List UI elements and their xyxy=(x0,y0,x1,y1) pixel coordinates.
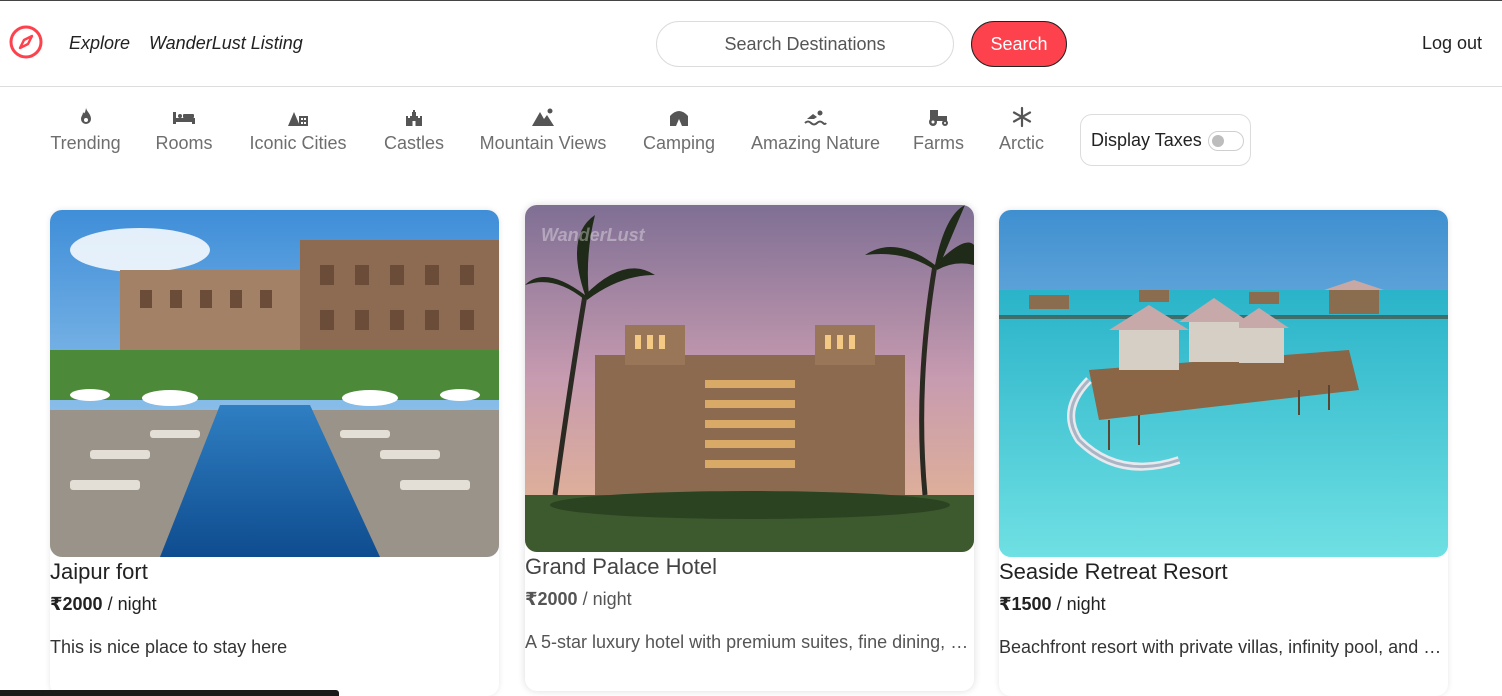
bed-icon xyxy=(173,112,195,124)
search-input[interactable] xyxy=(656,21,954,67)
swimmer-icon xyxy=(804,110,827,126)
listing-price: ₹2000 / night xyxy=(525,589,632,610)
filter-mountain-views[interactable]: Mountain Views xyxy=(479,106,607,154)
filter-label: Rooms xyxy=(155,133,213,153)
price-unit: / night xyxy=(1051,594,1106,614)
filter-label: Camping xyxy=(642,133,716,153)
filter-label: Arctic xyxy=(999,133,1044,153)
nav-listing-link[interactable]: WanderLust Listing xyxy=(149,33,303,54)
search-button[interactable]: Search xyxy=(971,21,1067,67)
castle-icon xyxy=(406,110,422,126)
filter-rooms[interactable]: Rooms xyxy=(155,106,213,154)
listing-description: A 5-star luxury hotel with premium suite… xyxy=(525,632,974,652)
filter-farms[interactable]: Farms xyxy=(913,106,964,154)
filter-label: Iconic Cities xyxy=(249,133,347,153)
nav-explore-link[interactable]: Explore xyxy=(69,33,130,54)
listing-card[interactable]: WanderLust Grand Palace Hotel ₹2000 / ni… xyxy=(525,205,974,691)
filter-label: Trending xyxy=(50,133,121,153)
listing-image xyxy=(999,210,1448,557)
listing-image: WanderLust xyxy=(525,205,974,552)
filter-trending[interactable]: Trending xyxy=(50,106,121,154)
price-unit: / night xyxy=(577,589,632,609)
display-taxes-label: Display Taxes xyxy=(1091,130,1202,150)
listing-title: Seaside Retreat Resort xyxy=(999,559,1228,584)
listing-card[interactable]: Seaside Retreat Resort ₹1500 / night Bea… xyxy=(999,210,1448,696)
filter-amazing-nature[interactable]: Amazing Nature xyxy=(751,106,881,154)
listing-price: ₹2000 / night xyxy=(50,594,157,615)
tractor-icon xyxy=(929,110,948,126)
listing-description: This is nice place to stay here xyxy=(50,637,288,657)
mountain-icon xyxy=(532,108,554,126)
listing-title: Grand Palace Hotel xyxy=(525,554,717,579)
filter-camping[interactable]: Camping xyxy=(641,106,717,154)
compass-icon[interactable] xyxy=(8,24,44,60)
toggle-knob xyxy=(1212,135,1224,147)
filter-bar: Trending Rooms Iconic Cities Castles Mou… xyxy=(0,100,1502,170)
price-unit: / night xyxy=(102,594,157,614)
filter-castles[interactable]: Castles xyxy=(383,106,445,154)
snowflake-icon xyxy=(1012,106,1031,128)
filter-label: Amazing Nature xyxy=(751,133,881,153)
fire-icon xyxy=(80,108,91,124)
price-amount: ₹1500 xyxy=(999,594,1052,614)
filter-label: Farms xyxy=(913,133,964,153)
display-taxes-toggle[interactable] xyxy=(1208,131,1244,151)
listing-card[interactable]: Jaipur fort ₹2000 / night This is nice p… xyxy=(50,210,499,696)
city-icon xyxy=(288,112,308,126)
logout-link[interactable]: Log out xyxy=(1422,33,1482,54)
taskbar-edge xyxy=(0,690,339,696)
filter-label: Castles xyxy=(383,133,445,153)
campground-icon xyxy=(670,111,688,126)
filter-iconic-cities[interactable]: Iconic Cities xyxy=(247,106,349,154)
filter-arctic[interactable]: Arctic xyxy=(997,106,1046,154)
navbar: Explore WanderLust Listing Search Log ou… xyxy=(0,1,1502,87)
price-amount: ₹2000 xyxy=(50,594,103,614)
listing-price: ₹1500 / night xyxy=(999,594,1106,615)
price-amount: ₹2000 xyxy=(525,589,578,609)
listing-title: Jaipur fort xyxy=(50,559,148,584)
filter-label: Mountain Views xyxy=(479,133,607,153)
display-taxes-box: Display Taxes xyxy=(1080,114,1251,166)
image-watermark: WanderLust xyxy=(541,225,645,245)
listing-description: Beachfront resort with private villas, i… xyxy=(999,637,1448,657)
listing-image xyxy=(50,210,499,557)
